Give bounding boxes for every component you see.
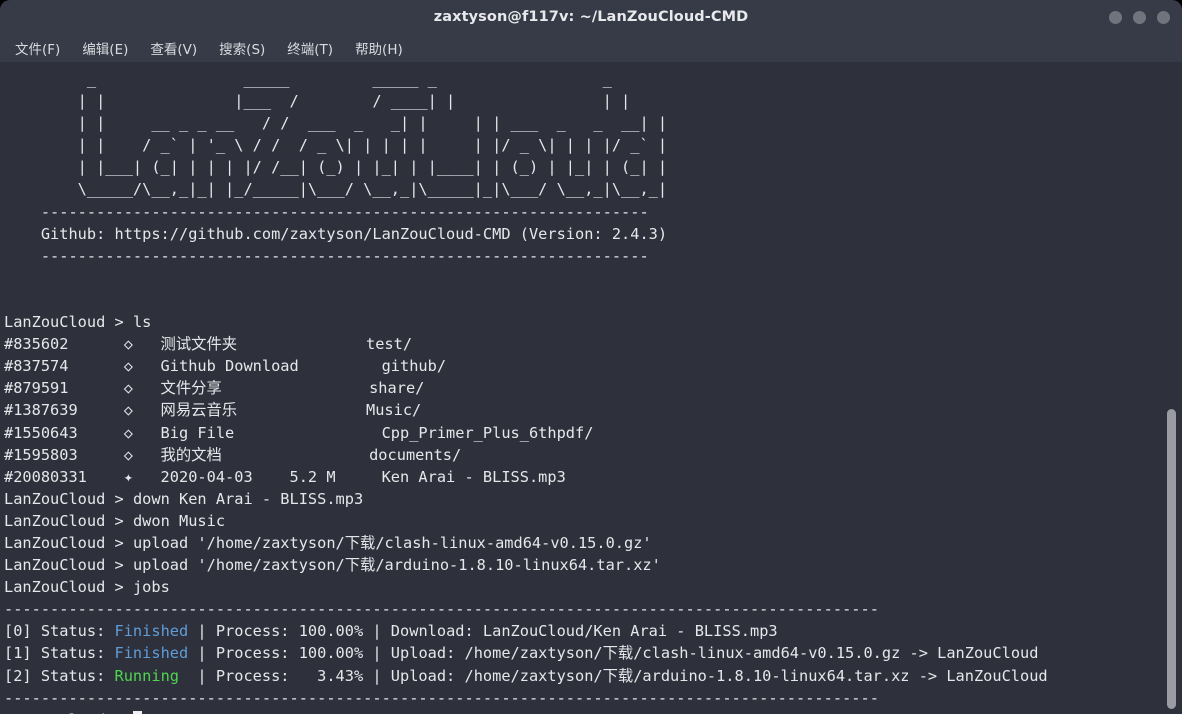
file-row: #20080331 ✦ 2020-04-03 5.2 M Ken Arai - …: [4, 467, 566, 486]
command-line-dwon: LanZouCloud > dwon Music: [4, 510, 1182, 532]
command-line-upload1: LanZouCloud > upload '/home/zaxtyson/下载/…: [4, 532, 1182, 554]
prompt-label: LanZouCloud >: [4, 533, 133, 552]
terminal-body[interactable]: _ _____ _____ _ _ | | |___ / / ____| | |…: [0, 62, 1182, 714]
job-details: | Process: 100.00% | Download: LanZouClo…: [188, 622, 778, 641]
terminal-scrollbar[interactable]: [1162, 62, 1180, 714]
prompt-label: LanZouCloud >: [4, 511, 133, 530]
prompt-label: LanZouCloud >: [4, 313, 133, 332]
command-line-down: LanZouCloud > down Ken Arai - BLISS.mp3: [4, 488, 1182, 510]
prompt-label: LanZouCloud >: [4, 556, 133, 575]
ascii-banner: _ _____ _____ _ _ | | |___ / / ____| | |…: [77, 70, 668, 199]
menu-view[interactable]: 查看(V): [148, 37, 199, 59]
banner-rule-bottom: ----------------------------------------…: [4, 246, 649, 265]
maximize-button[interactable]: [1133, 10, 1146, 24]
prompt-label: LanZouCloud >: [4, 578, 133, 597]
file-row: #1595803 ◇ 我的文档 documents/: [4, 445, 462, 464]
file-row: #837574 ◇ Github Download github/: [4, 357, 447, 376]
minimize-button[interactable]: [1109, 10, 1122, 24]
job-row: [0] Status: Finished | Process: 100.00% …: [4, 620, 1182, 642]
blank-line-2: [4, 289, 1182, 311]
active-prompt-line[interactable]: LanZouCloud >: [4, 709, 1182, 714]
window-controls: [1109, 0, 1170, 34]
file-row: #1387639 ◇ 网易云音乐 Music/: [4, 401, 422, 420]
blank-line-1: [4, 267, 1182, 289]
prompt-label: LanZouCloud >: [4, 489, 133, 508]
job-row: [2] Status: Running | Process: 3.43% | U…: [4, 665, 1182, 687]
menu-edit[interactable]: 编辑(E): [80, 37, 130, 59]
job-status-badge: Finished: [114, 622, 189, 641]
close-button[interactable]: [1157, 10, 1170, 24]
job-prefix: [2] Status:: [4, 666, 115, 685]
menu-help[interactable]: 帮助(H): [353, 37, 405, 59]
banner-github-line: Github: https://github.com/zaxtyson/LanZ…: [4, 224, 668, 243]
window-title: zaxtyson@f117v: ~/LanZouCloud-CMD: [433, 9, 749, 25]
command-line-jobs: LanZouCloud > jobs: [4, 576, 1182, 598]
file-row: #1550643 ◇ Big File Cpp_Primer_Plus_6thp…: [4, 423, 594, 442]
command-text-upload1: upload '/home/zaxtyson/下载/clash-linux-am…: [132, 533, 652, 552]
terminal-window: zaxtyson@f117v: ~/LanZouCloud-CMD 文件(F) …: [0, 0, 1182, 714]
job-details: | Process: 3.43% | Upload: /home/zaxtyso…: [178, 666, 1048, 685]
jobs-rule-top: ----------------------------------------…: [4, 600, 879, 619]
job-details: | Process: 100.00% | Upload: /home/zaxty…: [188, 644, 1039, 663]
job-prefix: [0] Status:: [4, 622, 115, 641]
job-status-badge: Finished: [114, 644, 189, 663]
jobs-rule-bottom: ----------------------------------------…: [4, 688, 879, 707]
command-text-upload2: upload '/home/zaxtyson/下载/arduino-1.8.10…: [132, 556, 661, 575]
banner-rule-top: ----------------------------------------…: [4, 202, 649, 221]
job-prefix: [1] Status:: [4, 644, 115, 663]
window-titlebar: zaxtyson@f117v: ~/LanZouCloud-CMD: [0, 0, 1182, 34]
file-row: #835602 ◇ 测试文件夹 test/: [4, 335, 413, 354]
menu-bar: 文件(F) 编辑(E) 查看(V) 搜索(S) 终端(T) 帮助(H): [0, 34, 1182, 62]
command-text-down: down Ken Arai - BLISS.mp3: [132, 489, 364, 508]
command-text-dwon: dwon Music: [132, 511, 226, 530]
command-line-ls: LanZouCloud > ls: [4, 311, 1182, 333]
job-status-badge: Running: [114, 666, 179, 685]
menu-terminal[interactable]: 终端(T): [285, 37, 335, 59]
command-text-ls: ls: [132, 313, 152, 332]
menu-search[interactable]: 搜索(S): [217, 37, 267, 59]
job-row: [1] Status: Finished | Process: 100.00% …: [4, 642, 1182, 664]
command-line-upload2: LanZouCloud > upload '/home/zaxtyson/下载/…: [4, 554, 1182, 576]
command-text-jobs: jobs: [132, 578, 170, 597]
menu-file[interactable]: 文件(F): [13, 37, 62, 59]
file-row: #879591 ◇ 文件分享 share/: [4, 379, 425, 398]
scrollbar-thumb[interactable]: [1167, 409, 1176, 709]
